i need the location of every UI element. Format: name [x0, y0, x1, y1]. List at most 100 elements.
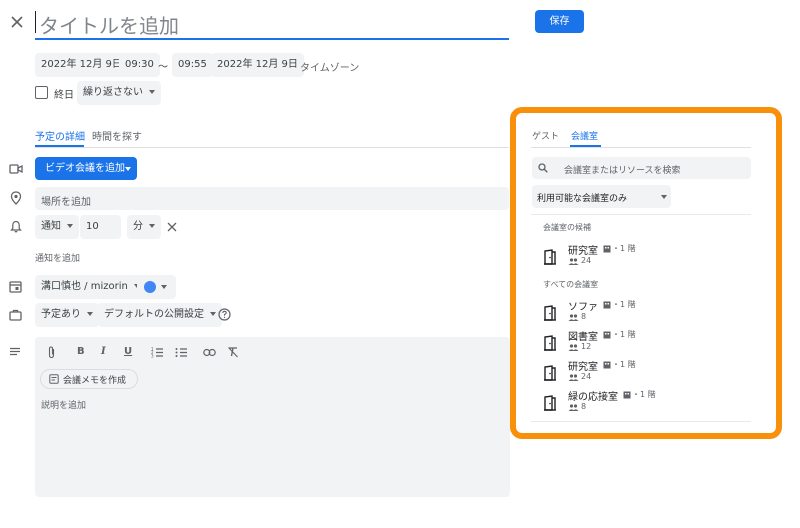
bullet-list-icon[interactable]: [175, 347, 188, 358]
start-time-text: 09:30: [125, 59, 154, 70]
repeat-dropdown[interactable]: 繰り返さない: [77, 81, 161, 105]
link-icon[interactable]: [203, 348, 216, 357]
title-placeholder: タイトルを追加: [39, 14, 179, 38]
room-search-input[interactable]: 会議室またはリソースを検索: [532, 157, 751, 179]
room-search-placeholder: 会議室またはリソースを検索: [564, 166, 681, 176]
room-capacity: 8: [581, 312, 587, 321]
start-date[interactable]: 2022年 12月 9日: [35, 53, 128, 77]
remove-notification-icon[interactable]: [167, 222, 177, 232]
notify-type-dropdown[interactable]: 通知: [35, 215, 79, 239]
people-icon: [568, 344, 579, 351]
people-icon: [568, 258, 579, 265]
close-icon[interactable]: [10, 15, 24, 29]
room-floor: ・1 階: [632, 390, 656, 399]
event-color-dropdown[interactable]: [137, 275, 176, 299]
description-icon: [10, 347, 20, 356]
italic-icon[interactable]: I: [101, 346, 106, 357]
tab-find-time[interactable]: 時間を探す: [92, 128, 142, 143]
description-placeholder: 説明を追加: [41, 401, 87, 411]
room-floor: ・1 階: [612, 330, 636, 339]
people-icon: [568, 374, 579, 381]
filter-divider: [531, 214, 751, 215]
save-button[interactable]: 保存: [535, 10, 584, 33]
save-label: 保存: [549, 16, 570, 27]
room-filter-dropdown[interactable]: 利用可能な会議室のみ: [532, 185, 671, 208]
building-icon: [603, 331, 611, 339]
tab-guests[interactable]: ゲスト: [532, 129, 559, 142]
bold-icon[interactable]: B: [77, 346, 85, 357]
room-list-item[interactable]: 緑の応接室 ・1 階 8: [531, 388, 751, 416]
location-input[interactable]: 場所を追加: [35, 187, 509, 210]
visibility-dropdown[interactable]: デフォルトの公開設定: [98, 303, 222, 327]
search-icon: [538, 163, 548, 173]
underline-icon[interactable]: U: [124, 346, 132, 357]
room-icon: [544, 249, 556, 265]
end-time-text: 09:55: [178, 59, 207, 70]
notify-value-input[interactable]: 10: [80, 215, 121, 239]
repeat-text: 繰り返さない: [83, 87, 143, 98]
room-name: ソファ: [568, 302, 598, 313]
room-floor: ・1 階: [612, 360, 636, 369]
room-capacity: 24: [581, 256, 592, 265]
availability-text: 予定あり: [41, 309, 81, 320]
end-time[interactable]: 09:55: [172, 53, 213, 77]
end-date[interactable]: 2022年 12月 9日: [211, 53, 304, 77]
calendar-owner-text: 溝口慎也 / mizorin: [41, 281, 128, 292]
building-icon: [603, 245, 611, 253]
numbered-list-icon[interactable]: 1 2 3: [151, 347, 164, 358]
availability-dropdown[interactable]: 予定あり: [35, 303, 99, 327]
chevron-down-icon: [125, 167, 131, 171]
video-icon: [9, 164, 23, 174]
allday-checkbox[interactable]: [35, 86, 48, 99]
add-video-button[interactable]: ビデオ会議を追加: [35, 157, 137, 180]
room-list-item[interactable]: ソファ ・1 階 8: [531, 298, 751, 326]
room-list-item[interactable]: 研究室 ・1 階 24: [531, 358, 751, 386]
room-icon: [544, 365, 556, 381]
tab-rooms[interactable]: 会議室: [571, 129, 598, 142]
chevron-down-icon: [149, 90, 155, 94]
notes-icon: [49, 374, 59, 384]
timezone-link[interactable]: タイムゾーン: [300, 59, 359, 74]
chevron-down-icon: [210, 312, 216, 316]
chevron-down-icon: [149, 224, 155, 228]
notify-value-text: 10: [86, 221, 99, 232]
room-name: 研究室: [568, 246, 598, 257]
calendar-icon: [9, 281, 22, 293]
clear-format-icon[interactable]: [227, 346, 239, 358]
add-notification-link[interactable]: 通知を追加: [35, 251, 80, 264]
all-rooms-heading: すべての会議室: [543, 280, 599, 289]
room-icon: [544, 305, 556, 321]
start-time[interactable]: 09:30: [119, 53, 160, 77]
time-separator: 〜: [158, 62, 168, 73]
room-capacity: 8: [581, 402, 587, 411]
tab-details[interactable]: 予定の詳細: [35, 128, 85, 143]
svg-text:3: 3: [151, 354, 154, 359]
notify-type-text: 通知: [41, 221, 61, 232]
room-icon: [544, 335, 556, 351]
help-icon[interactable]: [218, 308, 231, 321]
room-name: 図書室: [568, 332, 598, 343]
rooms-panel: ゲスト 会議室 会議室またはリソースを検索 利用可能な会議室のみ 会議室の候補 …: [531, 118, 753, 428]
room-list-item[interactable]: 図書室 ・1 階 12: [531, 328, 751, 356]
panel-bottom-divider: [531, 421, 751, 422]
panel-tabs-divider: [531, 147, 751, 148]
briefcase-icon: [9, 309, 22, 321]
notify-unit-dropdown[interactable]: 分: [127, 215, 161, 239]
description-editor[interactable]: B I U 1 2 3 会議メモを作成 説明を追加: [35, 337, 510, 497]
title-input[interactable]: タイトルを追加: [35, 8, 509, 40]
notify-unit-text: 分: [133, 221, 143, 232]
chevron-down-icon: [67, 224, 73, 228]
room-capacity: 24: [581, 372, 592, 381]
location-placeholder: 場所を追加: [41, 197, 91, 208]
room-list-item[interactable]: 研究室 ・1 階 24: [531, 242, 751, 270]
meeting-notes-button[interactable]: 会議メモを作成: [40, 369, 138, 389]
building-icon: [603, 301, 611, 309]
calendar-owner-dropdown[interactable]: 溝口慎也 / mizorin: [35, 275, 146, 299]
people-icon: [568, 404, 579, 411]
room-name: 研究室: [568, 362, 598, 373]
room-filter-text: 利用可能な会議室のみ: [537, 194, 628, 204]
attach-icon[interactable]: [47, 346, 56, 359]
building-icon: [623, 391, 631, 399]
start-date-text: 2022年 12月 9日: [41, 59, 122, 70]
tabs-divider: [35, 147, 509, 148]
